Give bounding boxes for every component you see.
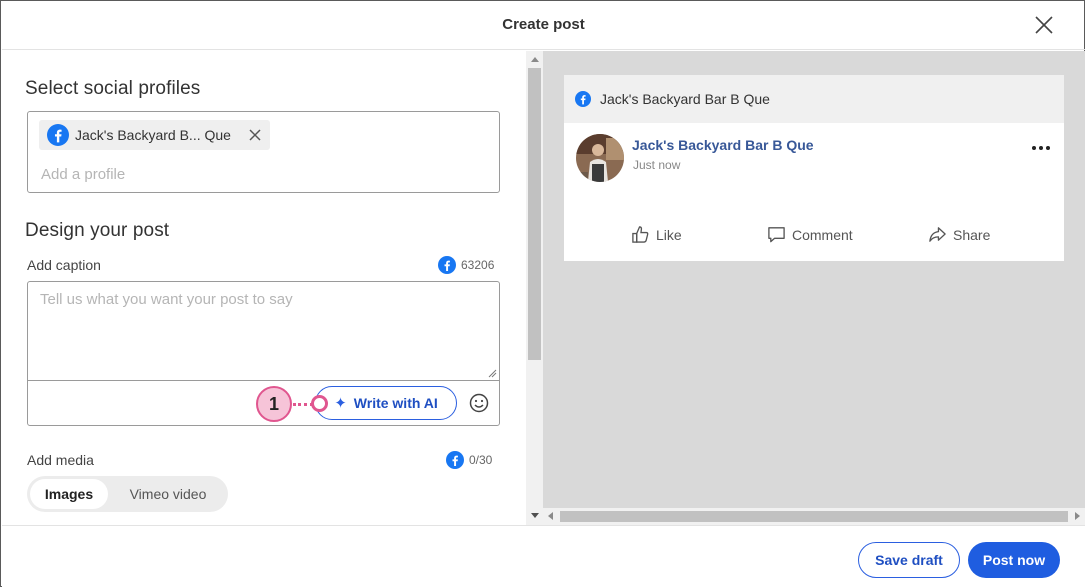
more-icon[interactable]: [1032, 139, 1050, 157]
media-counter-value: 0/30: [469, 453, 493, 467]
form-scrollbar[interactable]: [526, 51, 543, 525]
facebook-icon: [575, 91, 591, 107]
scroll-left-arrow[interactable]: [548, 512, 553, 520]
dialog-footer: Save draft Post now: [2, 525, 1085, 587]
form-scrollbar-thumb[interactable]: [528, 68, 541, 360]
facebook-post-preview: Jack's Backyard Bar B Que Jack's Backyar…: [564, 75, 1064, 261]
caption-toolbar-divider: [28, 380, 499, 381]
preview-timestamp: Just now: [633, 158, 681, 172]
share-icon: [929, 227, 946, 242]
comment-action[interactable]: Comment: [767, 225, 853, 244]
post-preview-panel: Jack's Backyard Bar B Que Jack's Backyar…: [543, 51, 1085, 508]
resize-grip-icon[interactable]: [487, 368, 497, 378]
add-profile-input[interactable]: Add a profile: [41, 166, 125, 183]
step-callout-connector: [293, 403, 313, 406]
profile-chip: Jack's Backyard B... Que: [39, 120, 270, 150]
write-with-ai-button[interactable]: ✦ Write with AI: [315, 386, 457, 420]
scroll-right-arrow[interactable]: [1075, 512, 1080, 520]
remove-x-icon[interactable]: [248, 128, 262, 142]
preview-scrollbar-thumb[interactable]: [560, 511, 1068, 522]
scroll-down-arrow[interactable]: [531, 513, 539, 518]
caption-label: Add caption: [27, 257, 101, 273]
comment-label: Comment: [792, 226, 853, 243]
profile-chip-label: Jack's Backyard B... Que: [75, 127, 231, 143]
media-type-tabs: Images Vimeo video: [27, 476, 228, 512]
emoji-icon[interactable]: [468, 392, 490, 414]
select-profiles-heading: Select social profiles: [25, 78, 201, 99]
share-action[interactable]: Share: [928, 225, 990, 244]
post-now-button[interactable]: Post now: [968, 542, 1060, 578]
preview-profile-header: Jack's Backyard Bar B Que: [564, 75, 1064, 123]
preview-profile-label: Jack's Backyard Bar B Que: [600, 91, 770, 107]
facebook-icon: [438, 256, 456, 274]
sparkle-icon: ✦: [334, 395, 347, 412]
like-label: Like: [656, 226, 682, 243]
write-with-ai-label: Write with AI: [353, 395, 438, 411]
media-counter: 0/30: [446, 451, 492, 469]
avatar: [576, 134, 624, 182]
profile-selector[interactable]: Jack's Backyard B... Que Add a profile: [27, 111, 500, 193]
save-draft-button[interactable]: Save draft: [858, 542, 960, 578]
caption-input[interactable]: Tell us what you want your post to say: [40, 291, 293, 308]
preview-scrollbar[interactable]: [543, 508, 1085, 525]
share-label: Share: [953, 226, 991, 243]
dialog-title: Create post: [502, 16, 585, 33]
comment-icon: [768, 227, 785, 243]
like-action[interactable]: Like: [631, 225, 682, 244]
facebook-icon: [47, 124, 69, 146]
step-callout-badge: 1: [256, 386, 292, 422]
step-callout-marker: [311, 395, 328, 412]
media-label: Add media: [27, 452, 94, 468]
facebook-icon: [446, 451, 464, 469]
create-post-dialog: Create post Select social profiles Jack'…: [0, 0, 1085, 587]
preview-author-name[interactable]: Jack's Backyard Bar B Que: [632, 137, 814, 153]
tab-vimeo-video[interactable]: Vimeo video: [113, 479, 223, 509]
like-icon: [632, 226, 649, 243]
post-form-panel: Select social profiles Jack's Backyard B…: [2, 51, 526, 525]
tab-images[interactable]: Images: [30, 479, 108, 509]
close-icon[interactable]: [1033, 14, 1055, 36]
design-post-heading: Design your post: [25, 220, 170, 241]
scroll-up-arrow[interactable]: [531, 57, 539, 62]
caption-counter-value: 63206: [461, 258, 495, 272]
dialog-header: Create post: [2, 2, 1085, 50]
caption-counter: 63206: [438, 256, 494, 274]
